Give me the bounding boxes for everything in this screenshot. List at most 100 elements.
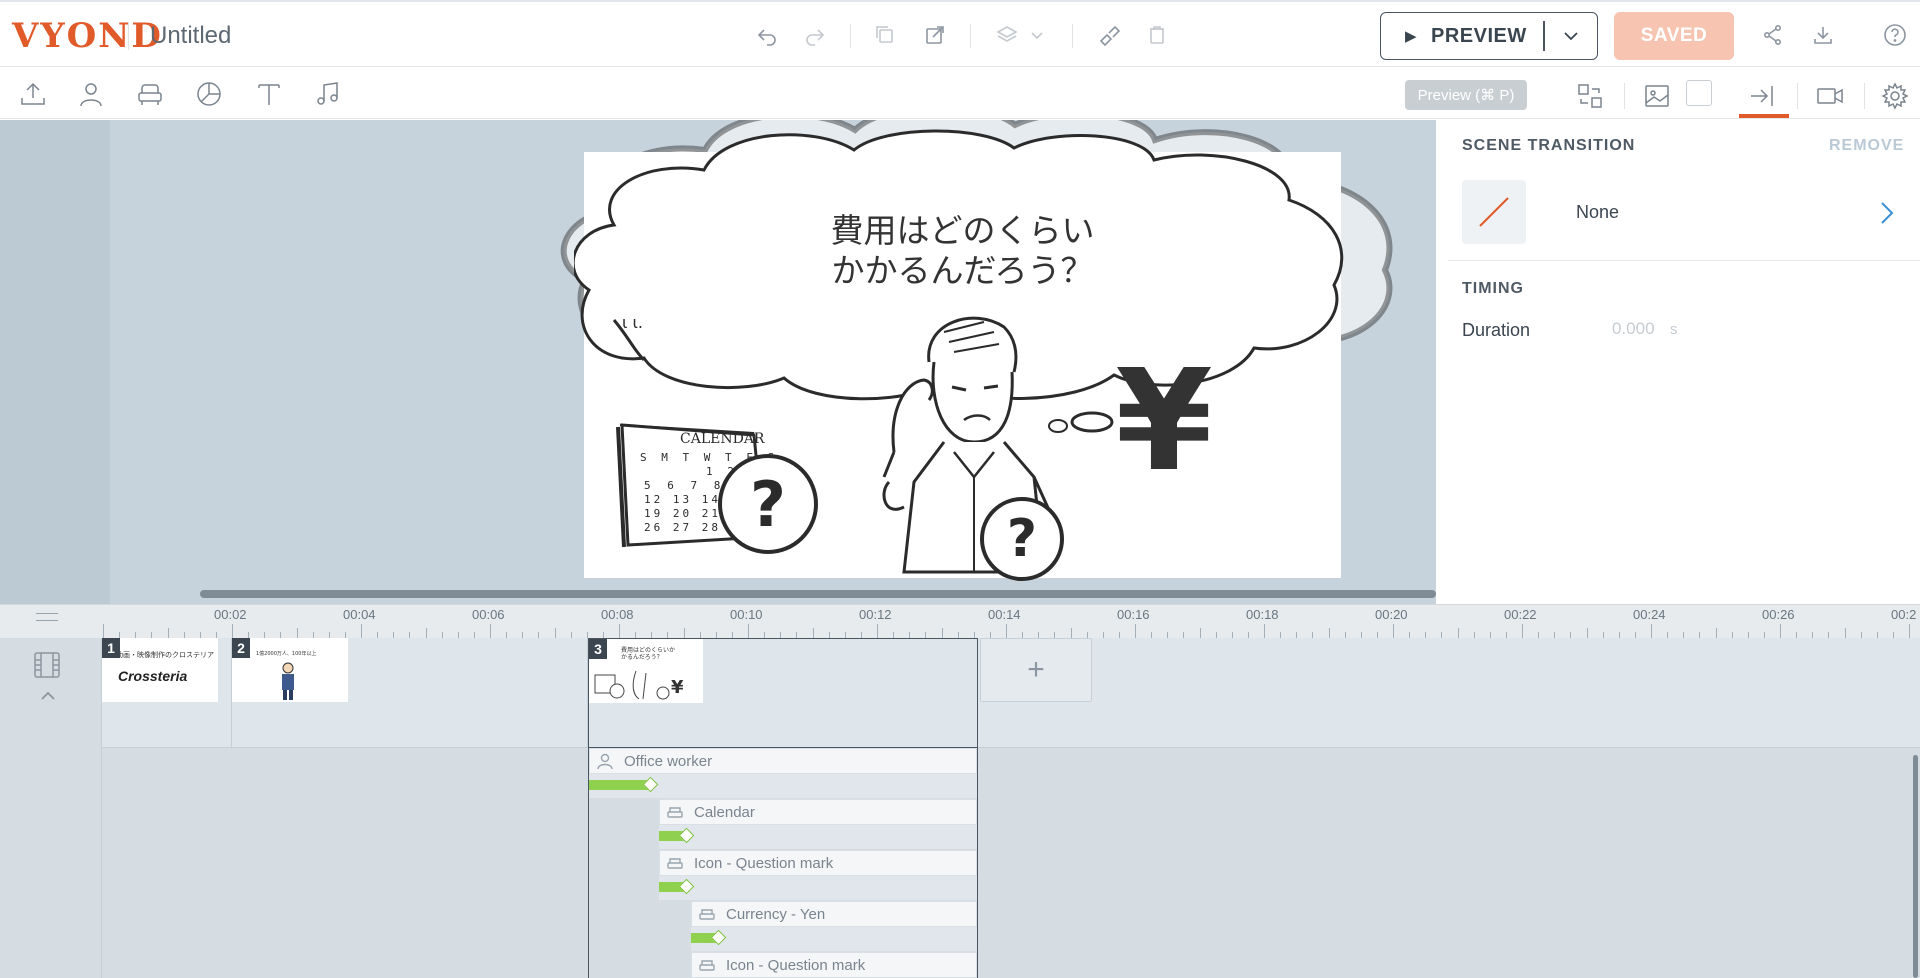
- scene-thumbnail-2[interactable]: 1億2000万人、100年以上 2: [232, 638, 588, 748]
- currency-yen-prop[interactable]: ¥: [1104, 352, 1224, 492]
- toolbar-divider: [1624, 83, 1625, 109]
- scene-number: 1: [102, 638, 120, 658]
- music-icon[interactable]: [311, 77, 345, 111]
- background-color-swatch[interactable]: [1686, 80, 1712, 106]
- asset-toolbar: Preview (⌘ P): [0, 67, 1920, 119]
- scene-caption: 1億2000万人、100年以上: [256, 651, 317, 657]
- track-office-worker[interactable]: Office worker: [589, 748, 977, 798]
- swap-layout-icon[interactable]: [1573, 79, 1607, 113]
- timeline-ruler[interactable]: 00:02 00:04 00:06 00:08 00:10 00:12 00:14 00:16…: [0, 604, 1920, 638]
- crossteria-logo: Crossteria: [118, 668, 188, 684]
- ruler-tick: [1844, 628, 1846, 638]
- ruler-tick: [877, 624, 878, 638]
- question-mark-prop[interactable]: ?: [718, 454, 818, 554]
- redo-icon[interactable]: [798, 18, 832, 52]
- download-icon[interactable]: [1806, 18, 1840, 52]
- props-icon[interactable]: [133, 77, 167, 111]
- add-scene-button[interactable]: +: [980, 638, 1092, 702]
- track-question-mark-2[interactable]: Icon - Question mark: [691, 952, 977, 978]
- ruler-label: 00:08: [601, 607, 634, 622]
- track-timing-bar[interactable]: [691, 927, 977, 951]
- prop-icon: [666, 854, 688, 872]
- scene-3-tracks: Office worker Calendar Icon - Question m…: [588, 748, 978, 978]
- track-name: Icon - Question mark: [726, 956, 866, 974]
- document-title[interactable]: Untitled: [150, 22, 231, 50]
- preview-button[interactable]: ▶ PREVIEW: [1380, 12, 1598, 60]
- ruler-tick: [1393, 624, 1394, 638]
- duration-input[interactable]: 0.000: [1612, 319, 1655, 339]
- track-timing-bar[interactable]: [659, 876, 977, 900]
- ruler-label: 00:16: [1117, 607, 1150, 622]
- ruler-label: 00:02: [214, 607, 247, 622]
- scene-transition-heading: SCENE TRANSITION: [1462, 137, 1636, 154]
- timeline-resize-handle[interactable]: [36, 613, 58, 621]
- timeline-vertical-scrollbar[interactable]: [1913, 755, 1918, 978]
- chevron-down-icon[interactable]: [1559, 22, 1583, 50]
- svg-text:ι ι.: ι ι.: [622, 313, 643, 332]
- duration-label: Duration: [1462, 320, 1531, 340]
- ruler-tick: [1264, 624, 1265, 638]
- calendar-row: 19 20 21: [644, 507, 721, 520]
- brush-icon[interactable]: [1092, 18, 1126, 52]
- ruler-label: 00:2: [1891, 607, 1917, 622]
- ruler-tick: [1522, 624, 1523, 638]
- remove-transition-button[interactable]: REMOVE: [1829, 137, 1904, 155]
- saved-button[interactable]: SAVED: [1614, 12, 1734, 60]
- paste-icon[interactable]: [918, 18, 952, 52]
- image-icon[interactable]: [1640, 79, 1674, 113]
- toolbar-divider: [1072, 24, 1073, 48]
- scene-thumbnail-1[interactable]: 動画・映像制作のクロステリア Crossteria 1: [102, 638, 232, 748]
- copy-icon[interactable]: [868, 18, 902, 52]
- character-icon[interactable]: [74, 77, 108, 111]
- track-calendar[interactable]: Calendar: [659, 799, 977, 849]
- settings-icon[interactable]: [1878, 79, 1912, 113]
- ruler-tick: [1457, 628, 1459, 638]
- camera-icon[interactable]: [1813, 79, 1847, 113]
- transition-name[interactable]: None: [1576, 202, 1619, 223]
- scene-thumbnail-3[interactable]: 費用はどのくらいかかるんだろう？ ¥ 3: [588, 638, 978, 748]
- chevron-right-icon[interactable]: [1876, 198, 1898, 228]
- person-icon: [596, 752, 618, 770]
- svg-text:¥: ¥: [671, 677, 684, 698]
- upload-icon[interactable]: [16, 77, 50, 111]
- question-mark-icon: ?: [750, 467, 786, 541]
- vyond-logo[interactable]: VYOND: [12, 16, 163, 56]
- preview-label: PREVIEW: [1431, 25, 1527, 47]
- chart-icon[interactable]: [192, 77, 226, 111]
- bubble-text-line2[interactable]: かかるんだろう？: [584, 244, 1341, 292]
- chevron-up-icon[interactable]: [38, 688, 58, 704]
- scene-canvas[interactable]: ι ι. 費用はどのくらい かかるんだろう？ CALENDAR S M T W …: [574, 129, 1344, 581]
- trash-icon[interactable]: [1140, 18, 1174, 52]
- ruler-tick: [361, 624, 362, 638]
- ruler-tick: [748, 624, 749, 638]
- text-icon[interactable]: [252, 77, 286, 111]
- ruler-tick: [490, 624, 491, 638]
- scene-transition-icon[interactable]: [1745, 79, 1779, 113]
- ruler-tick: [1070, 628, 1072, 638]
- toolbar-divider: [1864, 83, 1865, 109]
- share-icon[interactable]: [1756, 18, 1790, 52]
- track-timing-bar[interactable]: [659, 825, 977, 849]
- scene-caption: 費用はどのくらいかかるんだろう？: [621, 647, 676, 662]
- ruler-label: 00:06: [472, 607, 505, 622]
- transition-thumbnail[interactable]: [1462, 180, 1526, 244]
- help-icon[interactable]: [1878, 18, 1912, 52]
- character-thumbnail: [282, 662, 294, 700]
- layers-icon[interactable]: [990, 18, 1024, 52]
- chevron-down-icon[interactable]: [1020, 18, 1054, 52]
- ruler-tick: [103, 624, 104, 638]
- question-mark-prop[interactable]: ?: [980, 497, 1064, 581]
- stage-horizontal-scrollbar[interactable]: [200, 590, 1436, 598]
- preview-shortcut-hint: Preview (⌘ P): [1405, 80, 1527, 110]
- enter-effect-bar[interactable]: [589, 780, 649, 790]
- track-timing-bar[interactable]: [589, 774, 977, 798]
- undo-icon[interactable]: [750, 18, 784, 52]
- toolbar-divider: [1797, 83, 1798, 109]
- track-currency-yen[interactable]: Currency - Yen: [691, 901, 977, 951]
- scene-3-mini-art: ¥: [594, 670, 684, 700]
- film-strip-icon[interactable]: [32, 650, 62, 680]
- active-tab-indicator: [1739, 114, 1789, 118]
- ruler-label: 00:04: [343, 607, 376, 622]
- track-question-mark[interactable]: Icon - Question mark: [659, 850, 977, 900]
- ruler-tick: [1651, 624, 1652, 638]
